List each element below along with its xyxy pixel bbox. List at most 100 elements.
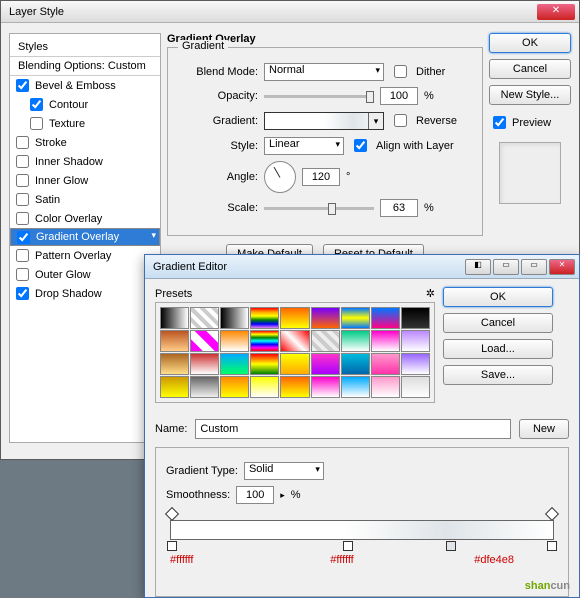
preset-swatch[interactable] [371, 376, 400, 398]
opacity-input[interactable] [380, 87, 418, 105]
preset-swatch[interactable] [160, 353, 189, 375]
style-checkbox[interactable] [16, 136, 29, 149]
preset-swatch[interactable] [190, 330, 219, 352]
ge-save-button[interactable]: Save... [443, 365, 553, 385]
preset-swatch[interactable] [341, 353, 370, 375]
preset-swatch[interactable] [190, 307, 219, 329]
preset-swatch[interactable] [160, 330, 189, 352]
blending-options-row[interactable]: Blending Options: Custom [10, 57, 160, 76]
new-button[interactable]: New [519, 419, 569, 439]
style-item[interactable]: Contour [10, 95, 160, 114]
style-checkbox[interactable] [16, 174, 29, 187]
preset-swatch[interactable] [160, 307, 189, 329]
minimize-icon[interactable]: ▭ [493, 259, 519, 275]
color-stop[interactable] [547, 541, 557, 551]
preset-swatch[interactable] [250, 330, 279, 352]
scale-slider[interactable] [264, 207, 374, 210]
style-checkbox[interactable] [16, 79, 29, 92]
angle-dial[interactable] [264, 161, 296, 193]
scale-input[interactable] [380, 199, 418, 217]
preset-swatch[interactable] [371, 353, 400, 375]
new-style-button[interactable]: New Style... [489, 85, 571, 105]
preset-swatch[interactable] [250, 376, 279, 398]
preset-swatch[interactable] [250, 353, 279, 375]
style-checkbox[interactable] [16, 155, 29, 168]
preset-swatch[interactable] [311, 307, 340, 329]
style-checkbox[interactable] [30, 98, 43, 111]
align-checkbox[interactable] [354, 139, 367, 152]
style-checkbox[interactable] [30, 117, 43, 130]
opacity-stop[interactable] [165, 507, 179, 521]
style-item[interactable]: Inner Shadow [10, 152, 160, 171]
preset-swatch[interactable] [311, 330, 340, 352]
preset-swatch[interactable] [401, 330, 430, 352]
preset-swatch[interactable] [280, 307, 309, 329]
preset-swatch[interactable] [220, 376, 249, 398]
style-item[interactable]: Stroke [10, 133, 160, 152]
close-icon[interactable]: ✕ [537, 4, 575, 20]
preview-checkbox[interactable] [493, 116, 506, 129]
style-select[interactable]: Linear [264, 137, 344, 155]
maximize-icon[interactable]: ▭ [521, 259, 547, 275]
style-item[interactable]: Outer Glow [10, 265, 160, 284]
style-item[interactable]: Satin [10, 190, 160, 209]
preset-swatch[interactable] [220, 353, 249, 375]
preset-swatch[interactable] [311, 353, 340, 375]
name-input[interactable] [195, 419, 511, 439]
style-checkbox[interactable] [16, 212, 29, 225]
preset-swatch[interactable] [401, 376, 430, 398]
color-stop[interactable] [446, 541, 456, 551]
preset-swatch[interactable] [401, 307, 430, 329]
preset-swatch[interactable] [280, 353, 309, 375]
style-checkbox[interactable] [16, 287, 29, 300]
color-stop[interactable] [343, 541, 353, 551]
style-label: Color Overlay [35, 213, 102, 225]
style-item[interactable]: Inner Glow [10, 171, 160, 190]
preset-swatch[interactable] [341, 307, 370, 329]
color-stop[interactable] [167, 541, 177, 551]
preset-swatch[interactable] [371, 307, 400, 329]
preset-swatch[interactable] [401, 353, 430, 375]
ok-button[interactable]: OK [489, 33, 571, 53]
preset-swatch[interactable] [280, 330, 309, 352]
style-item[interactable]: Pattern Overlay [10, 246, 160, 265]
smoothness-input[interactable] [236, 486, 274, 504]
dither-checkbox[interactable] [394, 65, 407, 78]
preset-swatch[interactable] [160, 376, 189, 398]
preset-swatch[interactable] [341, 376, 370, 398]
close-icon[interactable]: ✕ [549, 259, 575, 275]
style-checkbox[interactable] [16, 193, 29, 206]
gradient-bar[interactable] [170, 520, 554, 540]
style-checkbox[interactable] [16, 249, 29, 262]
style-item[interactable]: Gradient Overlay [10, 228, 160, 246]
preset-swatch[interactable] [250, 307, 279, 329]
ge-ok-button[interactable]: OK [443, 287, 553, 307]
preset-swatch[interactable] [220, 330, 249, 352]
style-item[interactable]: Bevel & Emboss [10, 76, 160, 95]
help-icon[interactable]: ◧ [465, 259, 491, 275]
opacity-stop[interactable] [545, 507, 559, 521]
ge-cancel-button[interactable]: Cancel [443, 313, 553, 333]
opacity-slider[interactable] [264, 95, 374, 98]
preset-swatch[interactable] [311, 376, 340, 398]
gradient-type-select[interactable]: Solid [244, 462, 324, 480]
reverse-checkbox[interactable] [394, 114, 407, 127]
presets-menu-icon[interactable]: ✲ [426, 287, 435, 300]
preset-swatch[interactable] [190, 353, 219, 375]
gradient-picker[interactable] [264, 112, 384, 130]
styles-header[interactable]: Styles [10, 38, 160, 57]
preset-swatch[interactable] [220, 307, 249, 329]
style-item[interactable]: Color Overlay [10, 209, 160, 228]
ge-load-button[interactable]: Load... [443, 339, 553, 359]
preset-swatch[interactable] [280, 376, 309, 398]
preset-swatch[interactable] [190, 376, 219, 398]
cancel-button[interactable]: Cancel [489, 59, 571, 79]
blend-mode-select[interactable]: Normal [264, 63, 384, 81]
preset-swatch[interactable] [371, 330, 400, 352]
style-checkbox[interactable] [16, 268, 29, 281]
style-item[interactable]: Texture [10, 114, 160, 133]
style-checkbox[interactable] [17, 231, 30, 244]
preset-swatch[interactable] [341, 330, 370, 352]
style-item[interactable]: Drop Shadow [10, 284, 160, 303]
angle-input[interactable] [302, 168, 340, 186]
